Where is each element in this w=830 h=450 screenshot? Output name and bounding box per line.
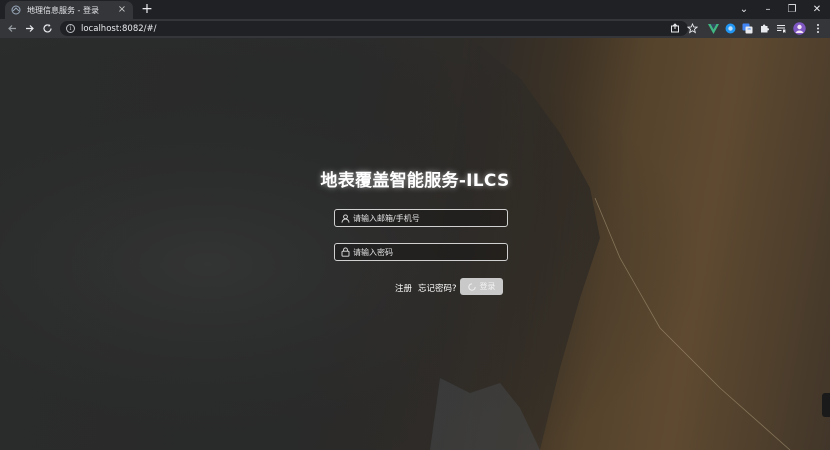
reload-icon[interactable] <box>39 21 55 36</box>
login-page: 地表覆盖智能服务-ILCS 注册 忘记密码? 登录 <box>0 38 830 450</box>
url-text: localhost:8082/#/ <box>81 23 157 34</box>
share-icon[interactable] <box>669 22 681 34</box>
tab-title: 地理信息服务 - 登录 <box>27 5 99 15</box>
address-bar[interactable]: i localhost:8082/#/ <box>60 21 688 36</box>
browser-toolbar: i localhost:8082/#/ <box>0 19 830 38</box>
minimize-button[interactable]: – <box>756 0 780 19</box>
password-input[interactable] <box>353 245 503 259</box>
page-title: 地表覆盖智能服务-ILCS <box>320 171 510 191</box>
close-window-button[interactable]: ✕ <box>805 0 829 19</box>
forgot-password-link[interactable]: 忘记密码? <box>418 282 457 294</box>
extensions-puzzle-icon[interactable] <box>758 22 771 35</box>
info-icon[interactable]: i <box>66 24 75 33</box>
lock-icon <box>341 247 350 257</box>
account-input[interactable] <box>353 211 503 225</box>
profile-avatar[interactable] <box>793 22 806 35</box>
reading-list-icon[interactable] <box>775 22 788 35</box>
password-field[interactable] <box>334 243 508 261</box>
user-icon <box>341 213 350 223</box>
browser-tab[interactable]: 地理信息服务 - 登录 × <box>5 1 133 19</box>
account-field[interactable] <box>334 209 508 227</box>
star-icon[interactable] <box>686 22 698 34</box>
translate-icon[interactable] <box>741 22 754 35</box>
tab-favicon-icon <box>11 5 21 15</box>
back-icon[interactable] <box>4 21 20 36</box>
loading-icon <box>467 282 476 291</box>
forward-icon[interactable] <box>21 21 37 36</box>
new-tab-button[interactable]: + <box>140 2 154 16</box>
login-button[interactable]: 登录 <box>460 278 503 295</box>
menu-icon[interactable] <box>811 22 824 35</box>
side-panel-handle[interactable] <box>822 393 830 417</box>
tab-close-icon[interactable]: × <box>117 5 127 15</box>
tab-search-icon[interactable]: ⌄ <box>732 0 756 19</box>
extension-blue-icon[interactable] <box>724 22 737 35</box>
register-link[interactable]: 注册 <box>395 282 412 294</box>
restore-button[interactable]: ❐ <box>780 0 804 19</box>
tab-strip: 地理信息服务 - 登录 × + ⌄ – ❐ ✕ <box>0 0 830 19</box>
vue-devtools-icon[interactable] <box>707 22 720 35</box>
login-button-label: 登录 <box>479 282 496 291</box>
